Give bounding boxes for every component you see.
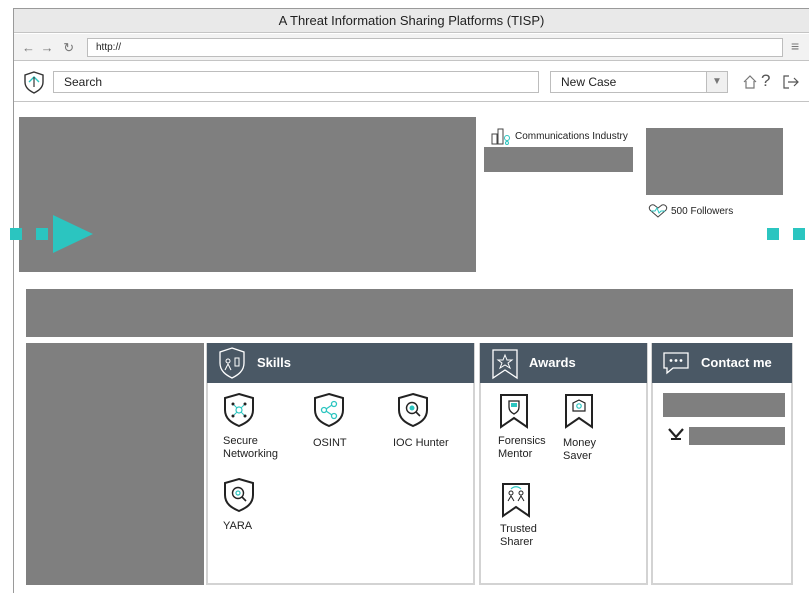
industry-building-icon: [491, 128, 510, 145]
award-label: Forensics Mentor: [498, 435, 546, 460]
shield-ribbon-icon[interactable]: [499, 393, 529, 429]
awards-title: Awards: [529, 355, 576, 370]
xmpp-logo-icon[interactable]: [667, 428, 685, 442]
skill-label: IOC Hunter: [393, 437, 449, 449]
tisp-logo-icon[interactable]: [23, 70, 45, 94]
followers-count: 500 Followers: [671, 206, 734, 217]
contact-header: Contact me: [652, 343, 792, 383]
carousel-dot: [793, 228, 805, 240]
skill-label: YARA: [223, 520, 253, 532]
reload-icon[interactable]: ↻: [63, 40, 75, 55]
contact-title: Contact me: [701, 355, 772, 370]
chevron-down-icon[interactable]: ▼: [706, 72, 727, 92]
skills-header: Skills: [207, 343, 474, 383]
window-title: A Threat Information Sharing Platforms (…: [14, 9, 809, 33]
share-shield-icon[interactable]: [313, 392, 345, 428]
network-shield-icon[interactable]: [223, 392, 255, 428]
skill-label: OSINT: [313, 437, 347, 449]
search-input[interactable]: Search: [53, 71, 539, 93]
contact-xmpp-placeholder: [689, 427, 785, 445]
skills-title: Skills: [257, 355, 291, 370]
browser-nav: ← → ↻: [22, 40, 75, 56]
awards-header: Awards: [480, 343, 647, 383]
skills-shield-icon: [219, 347, 245, 379]
home-icon[interactable]: [742, 74, 758, 90]
yara-shield-icon[interactable]: [223, 477, 255, 513]
url-input[interactable]: http://: [87, 38, 783, 57]
help-icon[interactable]: ?: [761, 71, 770, 91]
contact-placeholder: [663, 393, 785, 417]
case-select-value: New Case: [561, 75, 617, 89]
skill-label: Secure Networking: [223, 435, 279, 460]
banner-placeholder: [26, 289, 793, 337]
forward-arrow-icon[interactable]: →: [41, 40, 55, 55]
heart-pulse-icon: [648, 204, 668, 218]
sidebar-placeholder: [26, 343, 204, 585]
industry-label: Communications Industry: [515, 131, 628, 142]
case-select[interactable]: New Case ▼: [550, 71, 728, 93]
profile-name-placeholder: [484, 147, 633, 172]
logout-icon[interactable]: [782, 74, 800, 90]
people-ribbon-icon[interactable]: [501, 482, 531, 518]
carousel-dot: [36, 228, 48, 240]
award-label: Money Saver: [563, 437, 597, 462]
magnifier-shield-icon[interactable]: [397, 392, 429, 428]
chat-bubble-icon: [663, 352, 689, 375]
money-ribbon-icon[interactable]: [564, 393, 594, 429]
hamburger-menu-icon[interactable]: ≡: [791, 38, 799, 54]
avatar-placeholder: [646, 128, 783, 195]
award-label: Trusted Sharer: [500, 523, 537, 548]
award-ribbon-icon: [492, 349, 518, 380]
carousel-dot: [10, 228, 22, 240]
back-arrow-icon[interactable]: ←: [22, 40, 36, 55]
carousel-dot: [767, 228, 779, 240]
play-icon[interactable]: [52, 214, 94, 254]
